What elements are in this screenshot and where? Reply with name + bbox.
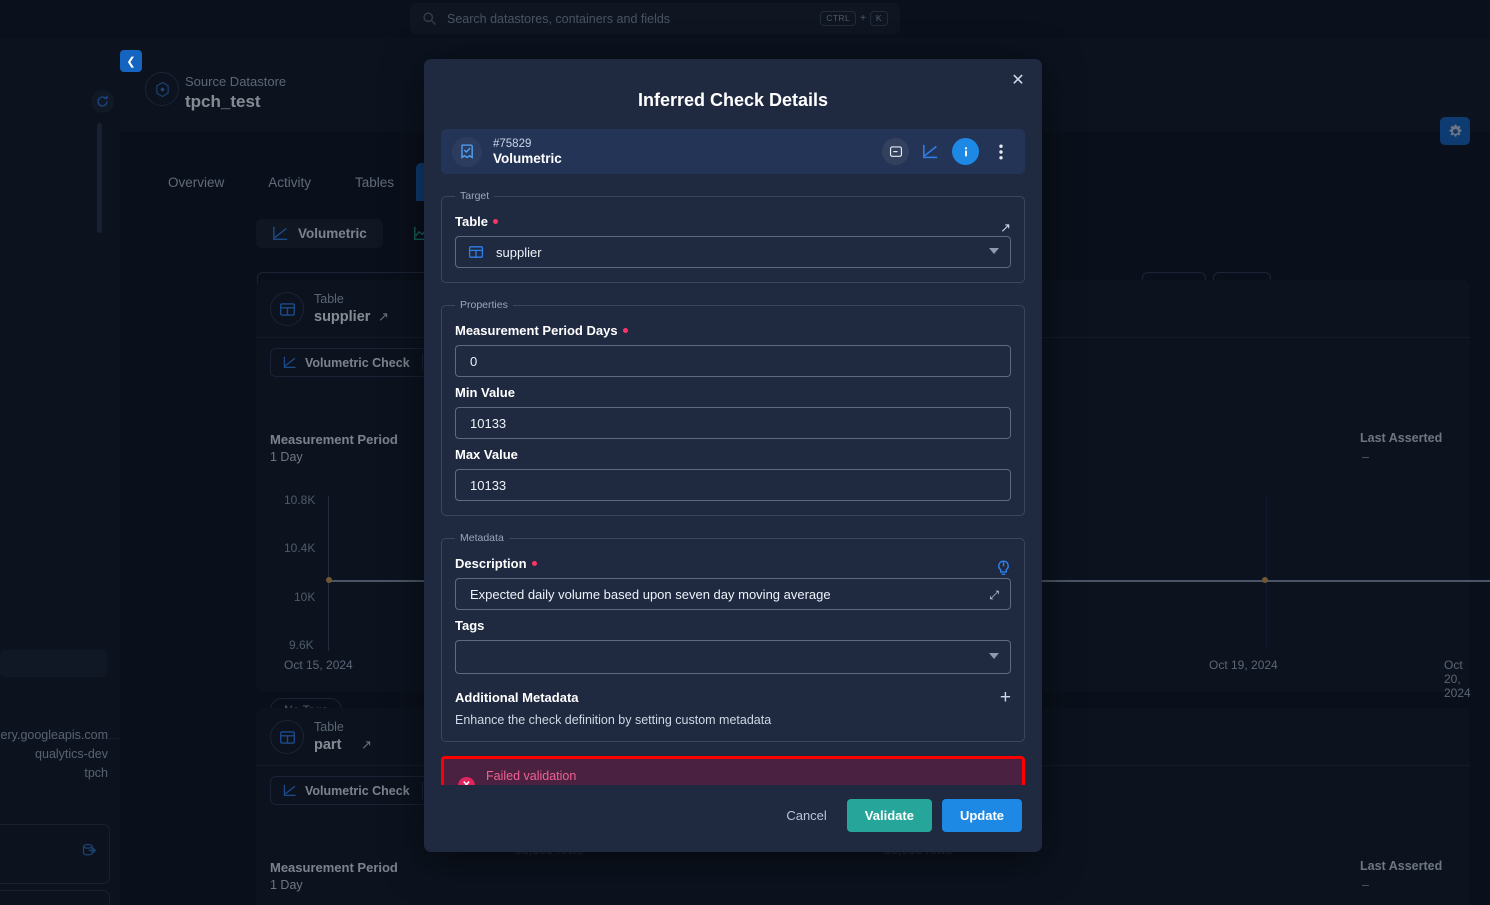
open-table-icon[interactable]: ↗ xyxy=(1000,220,1011,236)
additional-metadata-hint: Enhance the check definition by setting … xyxy=(455,713,772,727)
properties-legend: Properties xyxy=(460,299,508,311)
measurement-period-days-label: Measurement Period Days xyxy=(455,323,1011,338)
modal-title: Inferred Check Details xyxy=(637,90,829,110)
update-button[interactable]: Update xyxy=(941,799,1022,832)
description-input[interactable] xyxy=(455,578,1011,610)
table-label-text: Table xyxy=(455,214,488,229)
table-field-label: Table xyxy=(455,214,1011,229)
table-select-wrap xyxy=(455,236,1011,268)
min-value-text: Min Value xyxy=(455,385,515,400)
tags-label-text: Tags xyxy=(455,618,485,633)
chart-button[interactable] xyxy=(917,138,944,165)
description-field-row: Description ⤢ xyxy=(455,556,1011,610)
max-value-label: Max Value xyxy=(455,447,1011,462)
modal-body: #75829 Volumetric Target Table ↗ supplie… xyxy=(424,129,1042,785)
tags-label: Tags xyxy=(455,618,1011,633)
additional-metadata-label: Additional Metadata xyxy=(455,690,579,705)
check-badge-icon xyxy=(452,136,482,167)
tags-select-input[interactable] xyxy=(455,640,1011,674)
modal-footer: Cancel Validate Update xyxy=(424,785,1042,852)
error-texts: Failed validation The existing check wit… xyxy=(486,768,719,785)
check-actions xyxy=(882,138,1014,165)
check-id: #75829 xyxy=(493,137,532,150)
error-icon: ✕ xyxy=(458,776,475,785)
table-select-input[interactable] xyxy=(455,236,1011,268)
cancel-button[interactable]: Cancel xyxy=(776,800,836,831)
target-section: Target Table ↗ xyxy=(441,190,1025,283)
info-button[interactable] xyxy=(952,138,979,165)
app-root: Source Datastore tpch_test Overview Acti… xyxy=(0,0,1490,905)
close-icon[interactable]: ✕ xyxy=(1006,69,1030,93)
check-summary-banner: #75829 Volumetric xyxy=(441,129,1025,174)
measurement-period-days-input[interactable] xyxy=(455,345,1011,377)
properties-section: Properties Measurement Period Days Min V… xyxy=(441,299,1025,516)
required-indicator-icon xyxy=(622,328,628,333)
required-indicator-icon xyxy=(493,219,498,224)
min-value-input[interactable] xyxy=(455,407,1011,439)
max-value-input[interactable] xyxy=(455,469,1011,501)
table-field-row: Table ↗ xyxy=(455,214,1011,268)
measurement-period-days-text: Measurement Period Days xyxy=(455,323,618,338)
chevron-down-icon[interactable] xyxy=(989,248,999,254)
description-label: Description xyxy=(455,556,1011,571)
check-identity: #75829 Volumetric xyxy=(493,137,562,167)
chevron-left-icon: ❮ xyxy=(126,55,136,68)
required-indicator-icon xyxy=(531,561,537,566)
sidebar-collapse-button[interactable]: ❮ xyxy=(120,50,142,72)
suggestion-bulb-icon[interactable] xyxy=(996,560,1011,578)
inferred-check-details-modal: ✕ Inferred Check Details #75829 Volumetr… xyxy=(424,59,1042,852)
comment-button[interactable] xyxy=(882,138,909,165)
description-wrap: ⤢ xyxy=(455,578,1011,610)
table-icon xyxy=(468,244,484,260)
chevron-down-icon[interactable] xyxy=(989,653,999,659)
tags-select-wrap xyxy=(455,640,1011,674)
min-value-label: Min Value xyxy=(455,385,1011,400)
description-label-text: Description xyxy=(455,556,527,571)
metadata-legend: Metadata xyxy=(460,532,504,544)
validation-error-banner: ✕ Failed validation The existing check w… xyxy=(441,756,1025,785)
expand-icon[interactable]: ⤢ xyxy=(989,588,999,603)
additional-metadata-row: Additional Metadata + xyxy=(455,688,1011,707)
max-value-text: Max Value xyxy=(455,447,518,462)
metadata-section: Metadata Description ⤢ xyxy=(441,532,1025,742)
more-options-button[interactable] xyxy=(987,138,1014,165)
error-title: Failed validation xyxy=(486,769,577,783)
check-type: Volumetric xyxy=(493,150,562,166)
validate-button[interactable]: Validate xyxy=(846,799,932,832)
add-metadata-button[interactable]: + xyxy=(1000,688,1011,707)
target-legend: Target xyxy=(460,190,490,202)
